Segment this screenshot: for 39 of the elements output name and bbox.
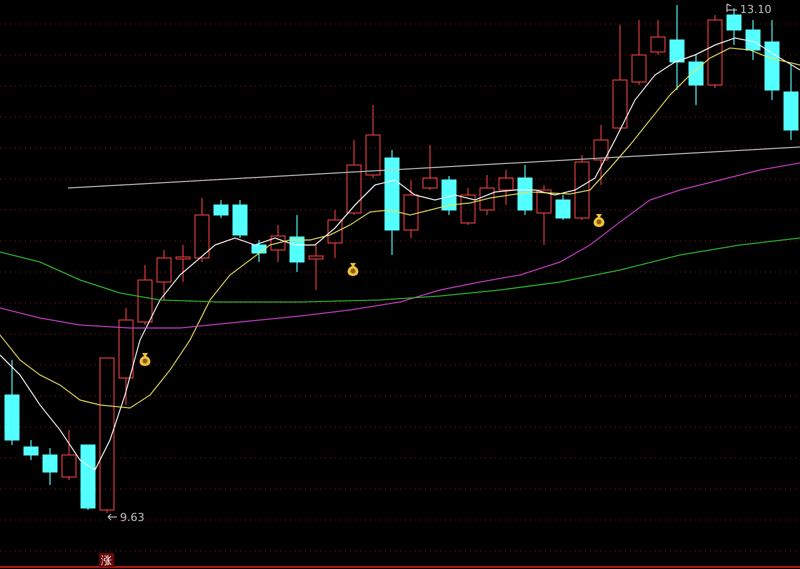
candlestick (290, 214, 304, 272)
candlestick (42, 448, 58, 486)
candlestick (62, 430, 76, 480)
candlestick (442, 176, 456, 216)
candlestick (80, 444, 96, 510)
candlestick (480, 174, 494, 216)
candlestick (498, 170, 514, 206)
candlestick (138, 264, 152, 326)
candlestick (328, 210, 342, 258)
money-bag-icon (140, 353, 150, 366)
money-bag-icon (348, 263, 358, 276)
candlestick (650, 20, 666, 56)
candlestick (594, 124, 608, 186)
candlestick (688, 54, 704, 106)
candlestick (194, 198, 210, 262)
candlestick (460, 188, 476, 226)
candlestick (726, 8, 742, 46)
candlestick (156, 250, 172, 300)
arrow-icon (108, 514, 118, 520)
candlestick (252, 240, 266, 262)
rise-badge: 涨 (99, 553, 114, 567)
candlestick (422, 144, 438, 190)
candlestick (536, 184, 552, 246)
candlestick (746, 20, 760, 60)
candlestick (556, 194, 570, 220)
candlestick (308, 244, 324, 290)
candlestick (404, 180, 418, 238)
candlestick (232, 200, 248, 238)
arrow-icon (726, 4, 738, 12)
high-price-label: 13.10 (740, 3, 772, 16)
low-price-label: 9.63 (120, 511, 144, 524)
candlestick (270, 224, 286, 262)
candlestick (574, 154, 590, 220)
candlestick (176, 244, 190, 282)
candlestick (24, 440, 38, 460)
candlestick (518, 164, 532, 216)
candlestick (632, 20, 646, 86)
money-bag-icon (594, 214, 604, 227)
candlestick (214, 200, 228, 218)
